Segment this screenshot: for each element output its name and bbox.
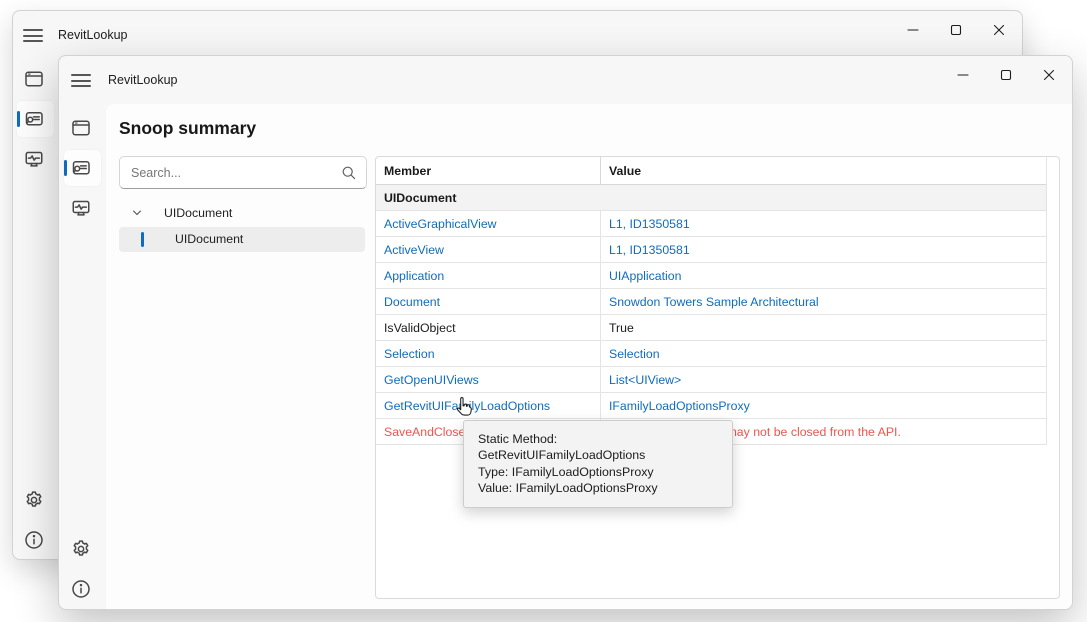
table-row[interactable]: GetOpenUIViews List<UIView> bbox=[376, 367, 1046, 393]
value-cell[interactable]: UIApplication bbox=[601, 263, 1046, 288]
member-tooltip: Static Method: GetRevitUIFamilyLoadOptio… bbox=[463, 420, 733, 508]
value-cell[interactable]: Selection bbox=[601, 341, 1046, 366]
nav-selected-indicator bbox=[64, 160, 67, 176]
member-cell[interactable]: Application bbox=[376, 263, 601, 288]
table-row[interactable]: Document Snowdon Towers Sample Architect… bbox=[376, 289, 1046, 315]
tooltip-line: Type: IFamilyLoadOptionsProxy bbox=[478, 464, 718, 480]
tree-item-child-selected[interactable]: UIDocument bbox=[119, 227, 365, 252]
close-icon bbox=[1043, 69, 1055, 81]
minimize-button[interactable] bbox=[941, 58, 984, 91]
close-icon bbox=[993, 24, 1005, 36]
member-cell[interactable]: Selection bbox=[376, 341, 601, 366]
settings-gear-icon[interactable] bbox=[71, 539, 91, 559]
maximize-icon bbox=[950, 24, 962, 36]
page-title: Snoop summary bbox=[119, 118, 256, 139]
table-header-row: Member Value bbox=[376, 157, 1046, 185]
minimize-icon bbox=[907, 24, 919, 36]
chevron-down-icon[interactable] bbox=[131, 207, 143, 219]
group-header-label: UIDocument bbox=[376, 185, 1046, 210]
snoop-table: Member Value UIDocument ActiveGraphicalV… bbox=[376, 157, 1047, 445]
table-row[interactable]: GetRevitUIFamilyLoadOptions IFamilyLoadO… bbox=[376, 393, 1046, 419]
value-cell[interactable]: True bbox=[601, 315, 1046, 340]
back-titlebar: RevitLookup bbox=[13, 11, 1022, 59]
nav-selected-indicator bbox=[17, 111, 20, 127]
snoop-summary-icon[interactable] bbox=[24, 109, 44, 129]
table-row[interactable]: ActiveGraphicalView L1, ID1350581 bbox=[376, 211, 1046, 237]
column-header-value: Value bbox=[601, 157, 1046, 184]
table-row[interactable]: Application UIApplication bbox=[376, 263, 1046, 289]
hamburger-menu-icon[interactable] bbox=[23, 29, 43, 42]
value-cell[interactable]: L1, ID1350581 bbox=[601, 211, 1046, 236]
maximize-button[interactable] bbox=[934, 13, 977, 46]
window-controls bbox=[941, 58, 1070, 91]
content-panel: Snoop summary UIDocument UIDocument Memb… bbox=[106, 104, 1072, 609]
table-row[interactable]: Selection Selection bbox=[376, 341, 1046, 367]
value-cell[interactable]: IFamilyLoadOptionsProxy bbox=[601, 393, 1046, 418]
hamburger-menu-icon[interactable] bbox=[71, 74, 91, 87]
hand-pointer-cursor bbox=[452, 396, 475, 426]
snoop-table-card: Member Value UIDocument ActiveGraphicalV… bbox=[375, 156, 1060, 599]
table-row[interactable]: ActiveView L1, ID1350581 bbox=[376, 237, 1046, 263]
info-icon[interactable] bbox=[24, 530, 44, 550]
dashboard-icon[interactable] bbox=[24, 69, 44, 89]
maximize-button[interactable] bbox=[984, 58, 1027, 91]
member-cell[interactable]: IsValidObject bbox=[376, 315, 601, 340]
event-monitor-icon[interactable] bbox=[71, 198, 91, 218]
table-group-row: UIDocument bbox=[376, 185, 1046, 211]
minimize-icon bbox=[957, 69, 969, 81]
front-window: RevitLookup bbox=[58, 55, 1073, 610]
value-cell[interactable]: List<UIView> bbox=[601, 367, 1046, 392]
member-cell[interactable]: GetOpenUIViews bbox=[376, 367, 601, 392]
tooltip-line: Static Method: GetRevitUIFamilyLoadOptio… bbox=[478, 431, 718, 464]
snoop-summary-icon[interactable] bbox=[71, 158, 91, 178]
info-icon[interactable] bbox=[71, 579, 91, 599]
desktop-canvas: RevitLookup bbox=[0, 0, 1087, 622]
settings-gear-icon[interactable] bbox=[24, 490, 44, 510]
search-icon bbox=[341, 165, 357, 181]
tree-item-root[interactable]: UIDocument bbox=[119, 201, 365, 225]
tree-selected-indicator bbox=[141, 232, 144, 247]
close-button[interactable] bbox=[1027, 58, 1070, 91]
event-monitor-icon[interactable] bbox=[24, 149, 44, 169]
member-cell[interactable]: Document bbox=[376, 289, 601, 314]
close-button[interactable] bbox=[977, 13, 1020, 46]
minimize-button[interactable] bbox=[891, 13, 934, 46]
window-title: RevitLookup bbox=[108, 56, 178, 104]
maximize-icon bbox=[1000, 69, 1012, 81]
tree-item-label: UIDocument bbox=[175, 227, 243, 251]
column-header-member: Member bbox=[376, 157, 601, 184]
front-titlebar: RevitLookup bbox=[59, 56, 1072, 104]
tree-item-label: UIDocument bbox=[164, 201, 232, 225]
search-input[interactable] bbox=[120, 157, 366, 188]
search-box bbox=[119, 156, 367, 189]
window-controls bbox=[891, 13, 1020, 46]
member-cell[interactable]: GetRevitUIFamilyLoadOptions bbox=[376, 393, 601, 418]
member-cell[interactable]: ActiveView bbox=[376, 237, 601, 262]
tooltip-line: Value: IFamilyLoadOptionsProxy bbox=[478, 480, 718, 496]
table-row[interactable]: IsValidObject True bbox=[376, 315, 1046, 341]
dashboard-icon[interactable] bbox=[71, 118, 91, 138]
window-title: RevitLookup bbox=[58, 11, 128, 59]
member-cell[interactable]: ActiveGraphicalView bbox=[376, 211, 601, 236]
value-cell[interactable]: Snowdon Towers Sample Architectural bbox=[601, 289, 1046, 314]
value-cell[interactable]: L1, ID1350581 bbox=[601, 237, 1046, 262]
